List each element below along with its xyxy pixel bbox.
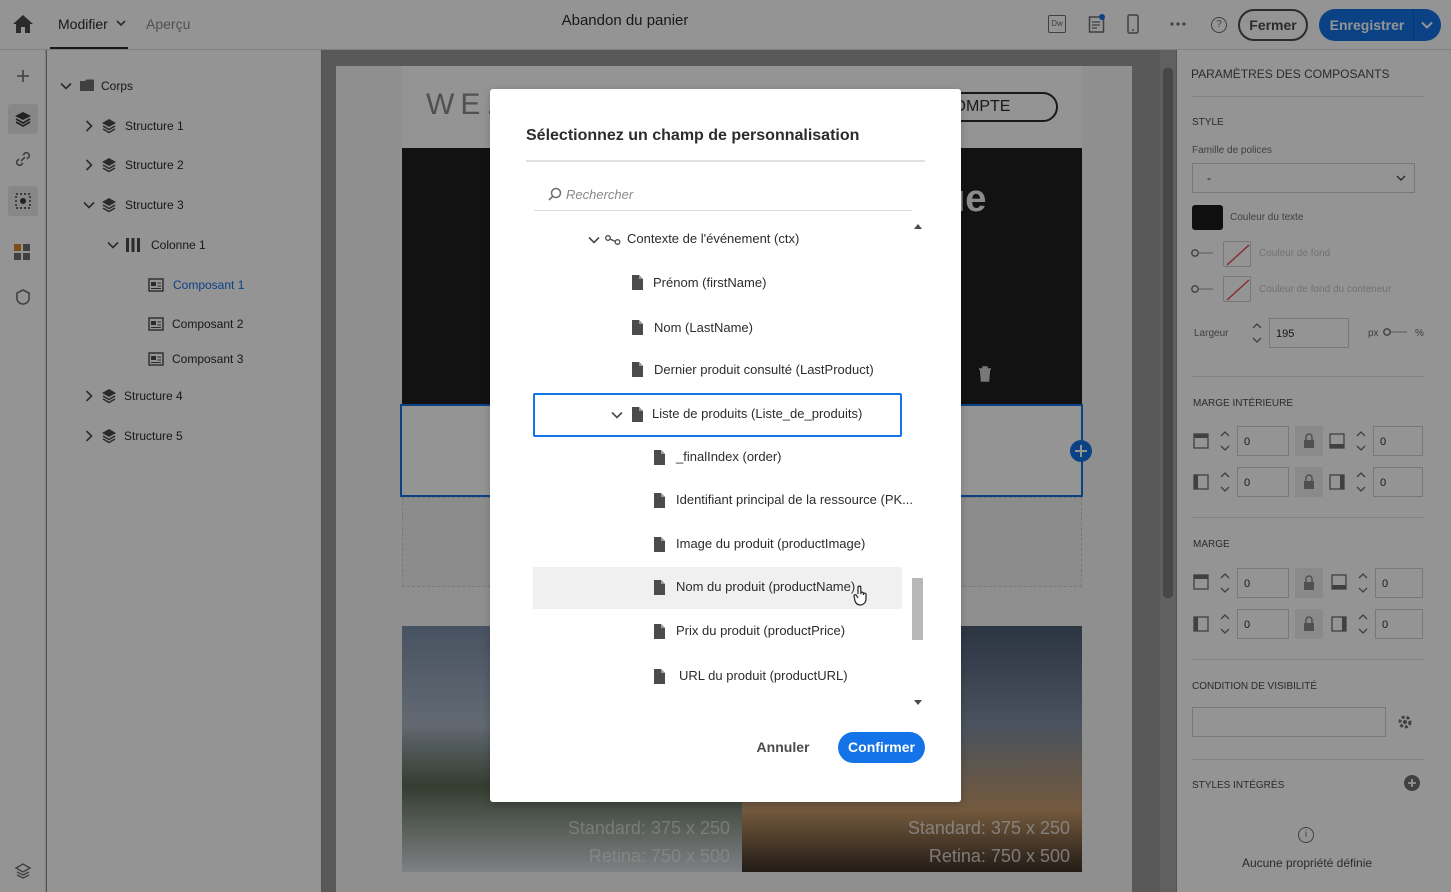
field-label: Image du produit (productImage)	[676, 536, 866, 551]
field-item-product-list[interactable]: Liste de produits (Liste_de_produits)	[533, 393, 902, 437]
field-item-finalindex[interactable]: _finalIndex (order)	[533, 436, 902, 478]
document-icon	[654, 624, 665, 639]
link-icon	[605, 234, 621, 246]
field-item-lastproduct[interactable]: Dernier produit consulté (LastProduct)	[533, 349, 902, 391]
chevron-down-icon[interactable]	[588, 236, 600, 244]
document-icon	[654, 580, 665, 595]
field-label: Prénom (firstName)	[653, 275, 767, 290]
cancel-button[interactable]: Annuler	[748, 731, 818, 763]
search-field[interactable]	[534, 177, 912, 211]
document-icon	[654, 493, 665, 508]
field-item-primary-key[interactable]: Identifiant principal de la ressource (P…	[533, 479, 913, 521]
document-icon	[654, 669, 665, 684]
confirm-button[interactable]: Confirmer	[838, 732, 925, 763]
field-item-product-url[interactable]: URL du produit (productURL)	[533, 656, 902, 698]
field-label: Identifiant principal de la ressource (P…	[676, 492, 914, 507]
document-icon	[654, 537, 665, 552]
field-item-lastname[interactable]: Nom (LastName)	[533, 307, 902, 349]
search-input[interactable]	[566, 183, 896, 205]
scroll-down-icon[interactable]	[914, 700, 922, 705]
field-item-product-price[interactable]: Prix du produit (productPrice)	[533, 610, 902, 652]
personalization-field-dialog: Sélectionnez un champ de personnalisatio…	[490, 89, 961, 802]
field-item-ctx[interactable]: Contexte de l'événement (ctx)	[533, 218, 902, 260]
field-label: Prix du produit (productPrice)	[676, 623, 846, 638]
hand-cursor-icon	[853, 585, 869, 607]
field-label: Nom du produit (productName)	[676, 579, 856, 594]
field-item-firstname[interactable]: Prénom (firstName)	[533, 262, 902, 304]
field-label: URL du produit (productURL)	[679, 668, 848, 683]
dialog-title: Sélectionnez un champ de personnalisatio…	[526, 127, 860, 144]
document-icon	[632, 362, 643, 377]
document-icon	[632, 275, 643, 290]
field-label: Contexte de l'événement (ctx)	[627, 231, 800, 246]
document-icon	[632, 407, 643, 422]
field-item-product-name[interactable]: Nom du produit (productName)	[533, 567, 902, 609]
field-item-product-image[interactable]: Image du produit (productImage)	[533, 523, 902, 565]
field-label: _finalIndex (order)	[676, 449, 782, 464]
document-icon	[654, 450, 665, 465]
field-label: Nom (LastName)	[654, 320, 753, 335]
dialog-title-divider	[526, 160, 925, 162]
document-icon	[632, 320, 643, 335]
scroll-up-icon[interactable]	[914, 224, 922, 229]
field-label: Dernier produit consulté (LastProduct)	[654, 362, 874, 377]
search-icon	[548, 187, 562, 201]
field-label: Liste de produits (Liste_de_produits)	[652, 406, 863, 421]
chevron-down-icon[interactable]	[611, 411, 623, 419]
field-list-scrollbar-thumb[interactable]	[912, 578, 923, 640]
